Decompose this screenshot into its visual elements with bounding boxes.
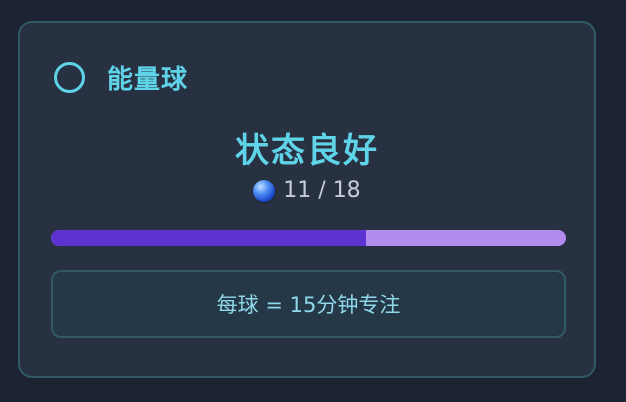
orb-count: 11 / 18: [20, 178, 594, 203]
ring-icon: [54, 61, 85, 93]
status-label: 状态良好: [235, 131, 379, 171]
energy-card: 能量球 状态良好 11 / 18 每球 = 15分钟专注: [18, 21, 596, 378]
card-title: 能量球: [107, 64, 189, 95]
info-note-text: 每球 = 15分钟专注: [216, 293, 401, 317]
card-header: 能量球: [54, 57, 188, 97]
info-note: 每球 = 15分钟专注: [51, 270, 566, 338]
energy-orb-icon: [253, 179, 276, 202]
progress-fill: [51, 230, 366, 246]
progress-bar: [51, 230, 566, 246]
count-text: 11 / 18: [283, 178, 361, 203]
